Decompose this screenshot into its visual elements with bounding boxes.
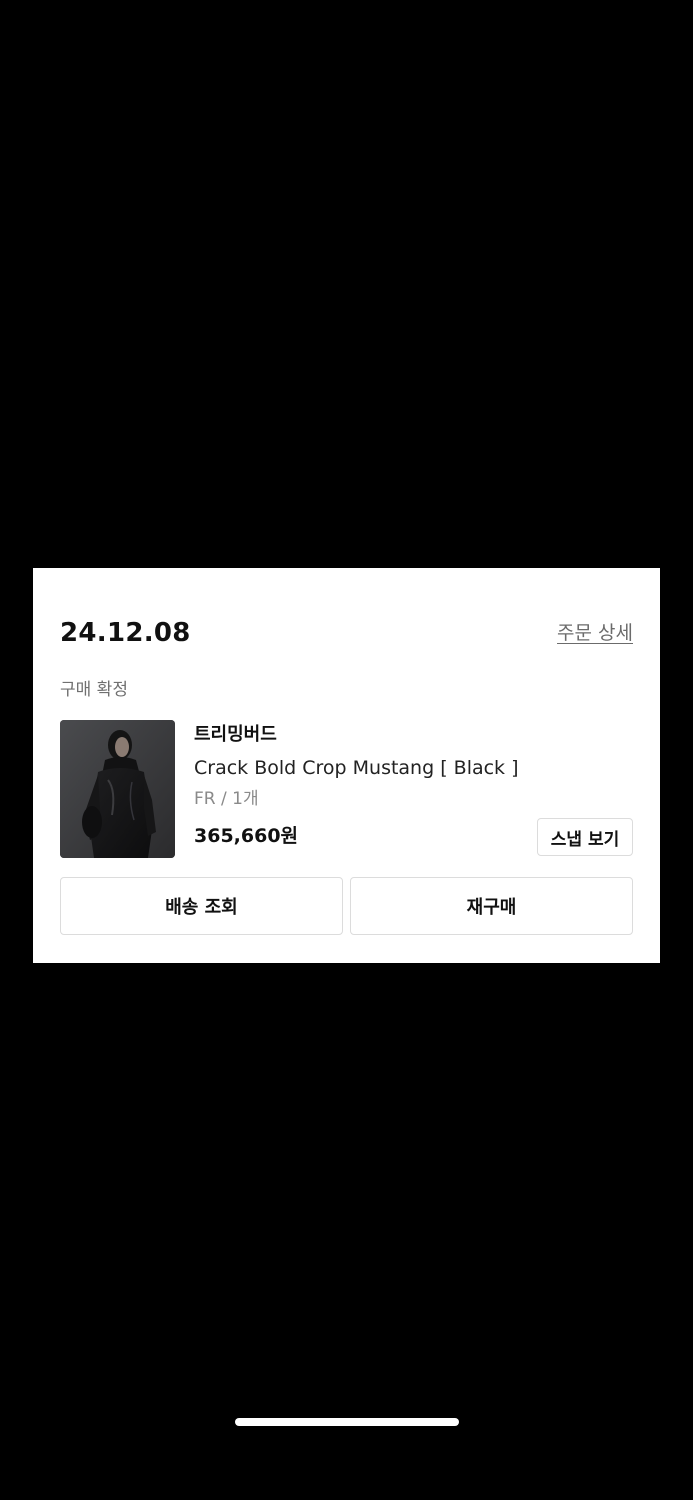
product-image[interactable] <box>60 720 175 858</box>
repurchase-button[interactable]: 재구매 <box>350 877 633 935</box>
snap-view-button[interactable]: 스냅 보기 <box>537 818 633 856</box>
order-status: 구매 확정 <box>60 680 128 700</box>
brand-name: 트리밍버드 <box>194 724 277 745</box>
product-photo-illustration <box>60 720 175 858</box>
track-delivery-button[interactable]: 배송 조회 <box>60 877 343 935</box>
order-date: 24.12.08 <box>60 618 191 648</box>
product-option: FR / 1개 <box>194 789 259 809</box>
screen: 24.12.08 주문 상세 구매 확정 트리밍버드 Crack Bold Cr… <box>0 0 693 1500</box>
order-detail-link[interactable]: 주문 상세 <box>557 620 633 646</box>
home-indicator[interactable] <box>235 1418 459 1426</box>
order-card: 24.12.08 주문 상세 구매 확정 트리밍버드 Crack Bold Cr… <box>33 568 660 963</box>
product-name[interactable]: Crack Bold Crop Mustang [ Black ] <box>194 754 519 782</box>
product-price: 365,660원 <box>194 825 299 847</box>
